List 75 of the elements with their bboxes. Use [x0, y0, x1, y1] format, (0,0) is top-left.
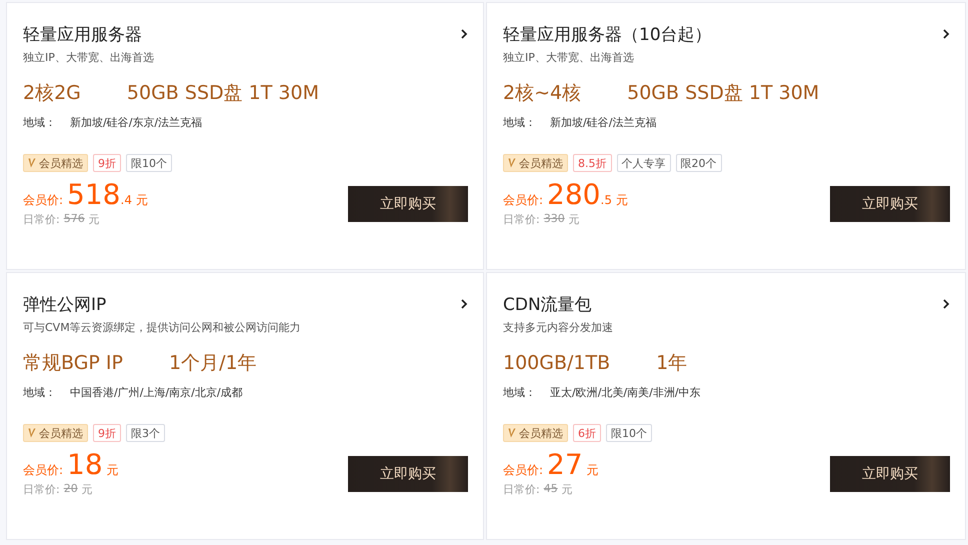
price-unit: 元	[106, 462, 119, 479]
regular-price-label: 日常价:	[503, 212, 540, 227]
member-tag: 会员精选	[503, 154, 568, 172]
member-tag: 会员精选	[503, 424, 568, 442]
price-unit: 元	[568, 212, 580, 227]
region-label: 地域：	[503, 385, 536, 400]
regular-price-label: 日常价:	[503, 482, 540, 497]
limit-tag: 限20个	[676, 154, 722, 172]
regular-price: 45	[544, 482, 558, 497]
price-unit: 元	[586, 462, 599, 479]
region-label: 地域：	[23, 385, 56, 400]
price-unit: 元	[82, 482, 93, 497]
chevron-right-icon[interactable]	[942, 298, 950, 310]
member-price: 518	[67, 178, 120, 211]
price-unit: 元	[88, 212, 100, 227]
member-price: 27	[547, 448, 583, 481]
price-unit: 元	[562, 482, 573, 497]
spec-text: 100GB/1TB	[503, 352, 610, 374]
spec-text: 常规BGP IP	[23, 351, 123, 376]
price-label: 会员价:	[23, 192, 64, 209]
member-price: 18	[67, 448, 103, 481]
spec-text: 2核~4核	[503, 81, 582, 106]
product-subtitle: 独立IP、大带宽、出海首选	[23, 50, 155, 65]
price-decimal: .4	[120, 193, 132, 207]
limit-tag: 个人专享	[616, 154, 670, 172]
product-subtitle: 支持多元内容分发加速	[503, 320, 614, 335]
price-label: 会员价:	[503, 192, 544, 209]
product-title[interactable]: 轻量应用服务器（10台起）	[503, 22, 712, 46]
region-value: 亚太/欧洲/北美/南美/非洲/中东	[550, 385, 701, 400]
price-unit: 元	[616, 192, 628, 209]
v-icon	[28, 428, 36, 438]
regular-price: 576	[64, 212, 85, 227]
member-tag: 会员精选	[23, 154, 88, 172]
chevron-right-icon[interactable]	[460, 28, 468, 40]
region-label: 地域：	[23, 115, 56, 130]
limit-tag: 限10个	[606, 424, 652, 442]
v-icon	[28, 158, 36, 168]
spec-text: 50GB SSD盘 1T 30M	[126, 81, 319, 106]
price-decimal: .5	[600, 193, 612, 207]
member-price: 280	[547, 178, 600, 211]
product-title[interactable]: CDN流量包	[503, 292, 592, 316]
limit-tag: 限10个	[126, 154, 172, 172]
buy-button[interactable]: 立即购买	[830, 456, 950, 492]
buy-button[interactable]: 立即购买	[830, 186, 950, 222]
chevron-right-icon[interactable]	[942, 28, 950, 40]
price-label: 会员价:	[503, 462, 544, 479]
buy-button[interactable]: 立即购买	[348, 186, 468, 222]
member-tag: 会员精选	[23, 424, 88, 442]
discount-tag: 9折	[93, 424, 121, 442]
price-unit: 元	[136, 192, 148, 209]
region-value: 新加坡/硅谷/东京/法兰克福	[70, 115, 202, 130]
chevron-right-icon[interactable]	[460, 298, 468, 310]
region-value: 中国香港/广州/上海/南京/北京/成都	[70, 385, 243, 400]
price-label: 会员价:	[23, 462, 64, 479]
buy-button[interactable]: 立即购买	[348, 456, 468, 492]
discount-tag: 9折	[93, 154, 121, 172]
discount-tag: 6折	[573, 424, 601, 442]
product-title[interactable]: 轻量应用服务器	[23, 22, 142, 46]
regular-price: 330	[544, 212, 565, 227]
discount-tag: 8.5折	[573, 154, 612, 172]
spec-text: 50GB SSD盘 1T 30M	[627, 81, 820, 106]
regular-price: 20	[64, 482, 78, 497]
region-label: 地域：	[503, 115, 536, 130]
product-subtitle: 可与CVM等云资源绑定，提供访问公网和被公网访问能力	[23, 320, 302, 335]
spec-text: 1个月/1年	[168, 351, 257, 376]
product-subtitle: 独立IP、大带宽、出海首选	[503, 50, 635, 65]
spec-text: 1年	[656, 351, 688, 376]
region-value: 新加坡/硅谷/法兰克福	[550, 115, 656, 130]
v-icon	[508, 158, 516, 168]
regular-price-label: 日常价:	[23, 212, 60, 227]
limit-tag: 限3个	[126, 424, 165, 442]
regular-price-label: 日常价:	[23, 482, 60, 497]
spec-text: 2核2G	[23, 81, 81, 106]
v-icon	[508, 428, 516, 438]
product-title[interactable]: 弹性公网IP	[23, 292, 106, 316]
